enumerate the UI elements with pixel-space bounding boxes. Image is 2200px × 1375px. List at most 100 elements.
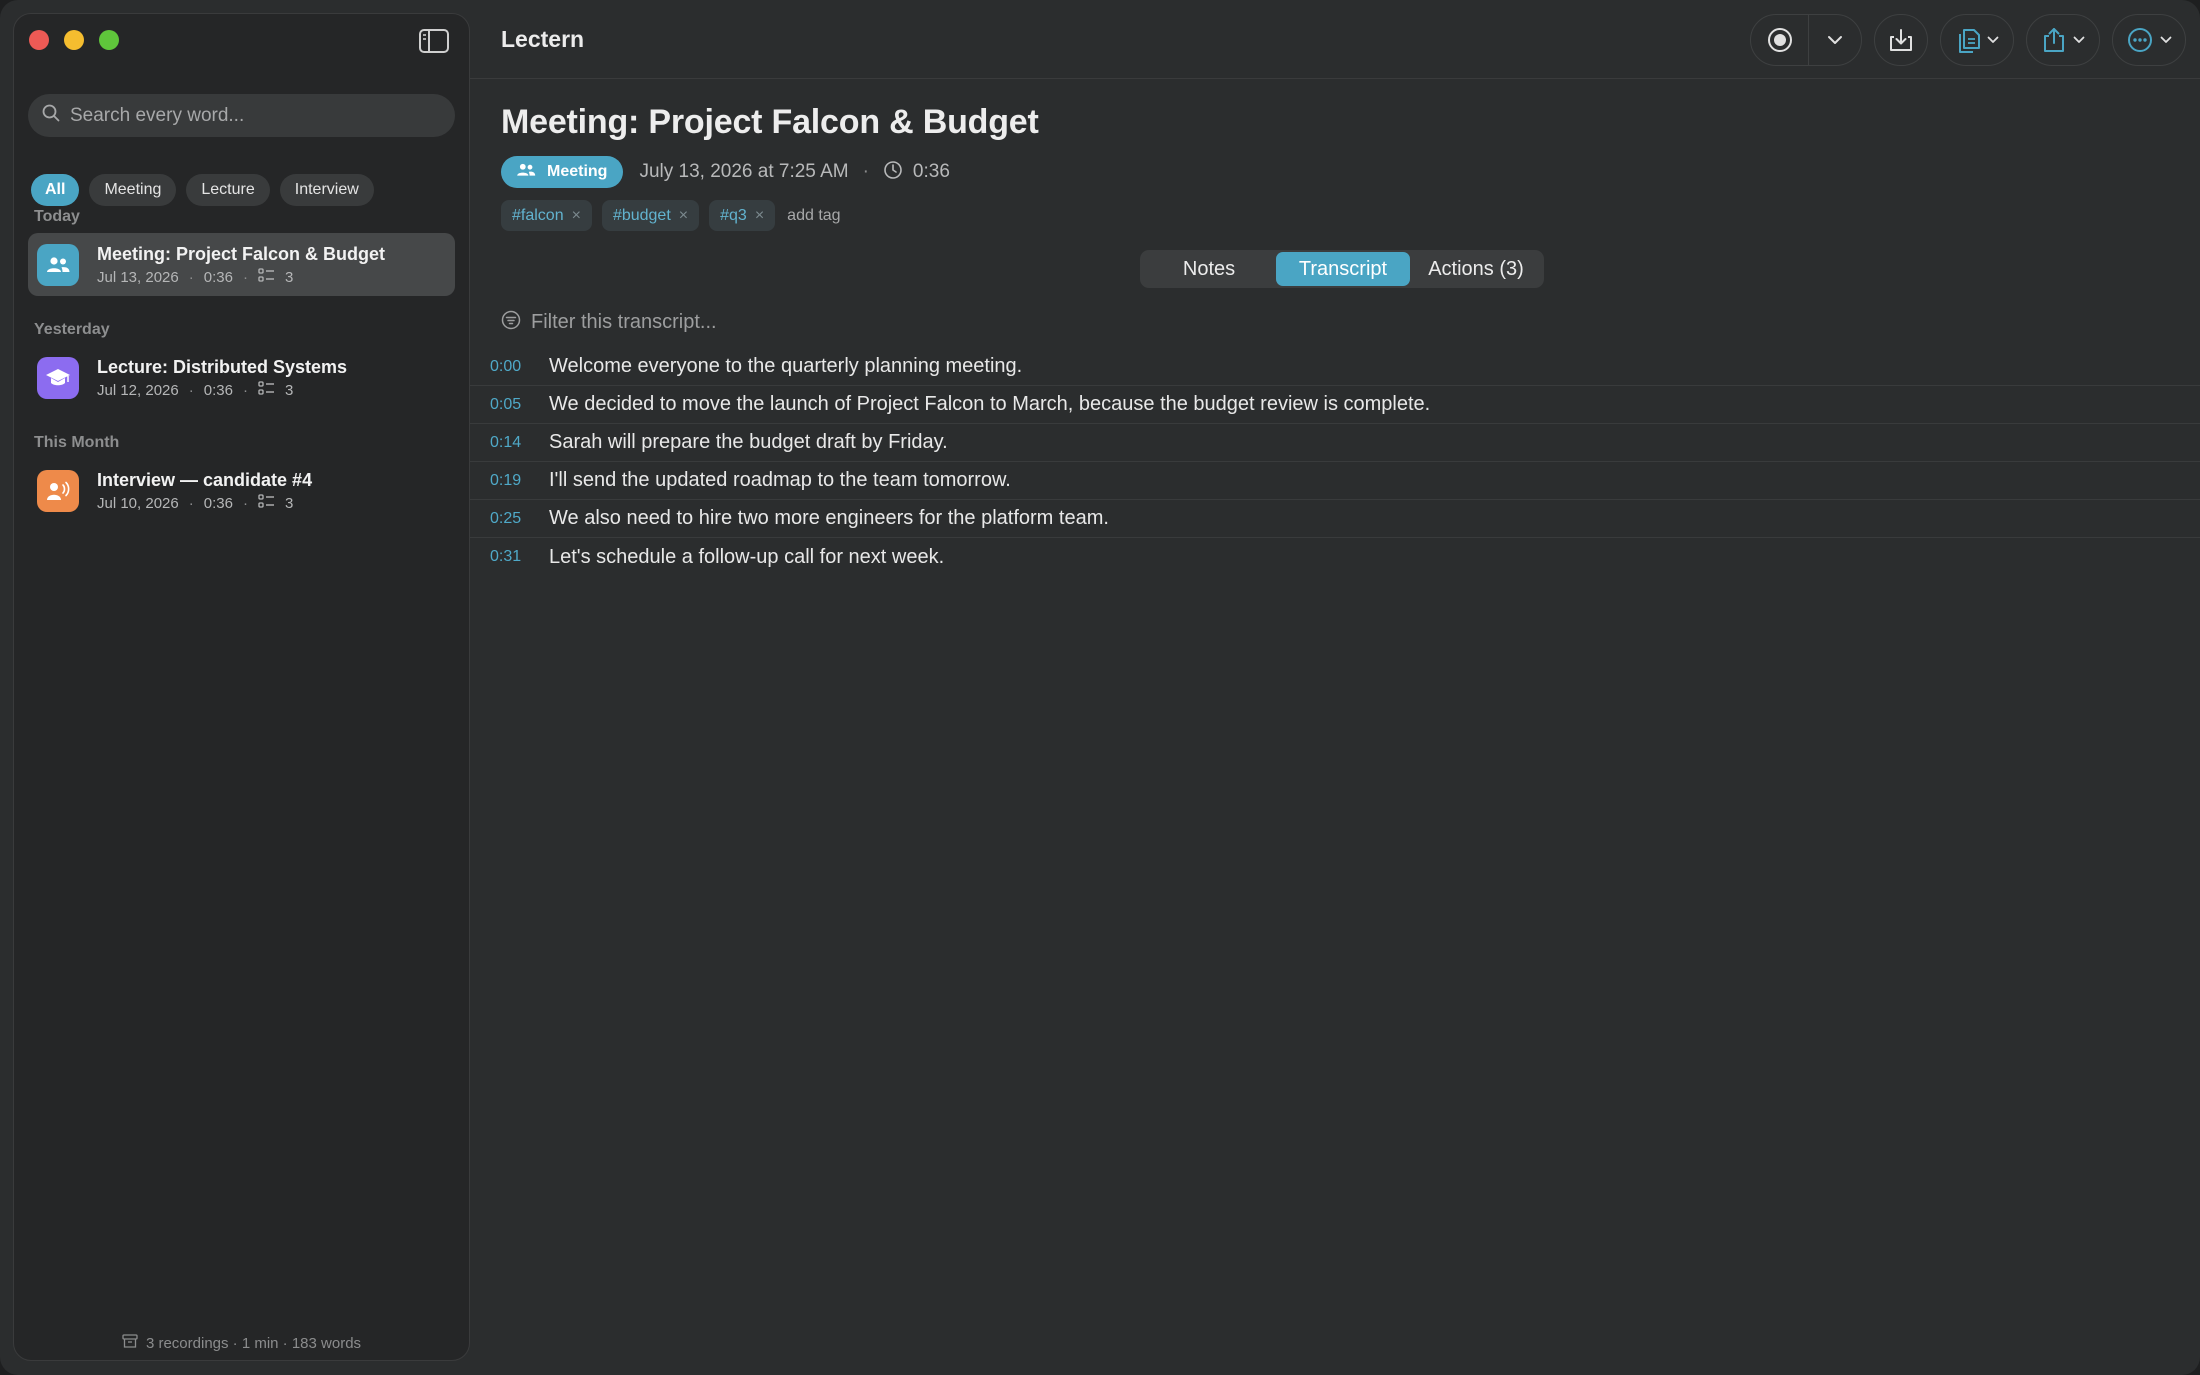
more-menu[interactable] bbox=[2112, 14, 2186, 66]
tag-list: #falcon × #budget × #q3 × add tag bbox=[501, 200, 841, 231]
recording-date: Jul 10, 2026 bbox=[97, 494, 179, 512]
app-title: Lectern bbox=[501, 26, 585, 52]
transcript-line: 0:05 We decided to move the launch of Pr… bbox=[470, 386, 2200, 424]
type-badge[interactable]: Meeting bbox=[501, 156, 624, 188]
close-window-button[interactable] bbox=[29, 30, 49, 50]
toolbar-divider bbox=[470, 78, 2200, 79]
filter-all[interactable]: All bbox=[31, 174, 80, 206]
recording-duration: 0:36 bbox=[203, 268, 233, 286]
sidebar: All Meeting Lecture Interview Today Meet… bbox=[13, 13, 470, 1361]
recording-title: Lecture: Distributed Systems bbox=[97, 356, 348, 377]
transcript-filter-input[interactable] bbox=[531, 311, 1031, 334]
tab-transcript[interactable]: Transcript bbox=[1276, 252, 1410, 286]
type-badge-label: Meeting bbox=[547, 163, 608, 180]
copy-menu[interactable] bbox=[1940, 14, 2014, 66]
tab-notes[interactable]: Notes bbox=[1142, 252, 1276, 286]
recording-title: Meeting: Project Falcon & Budget bbox=[97, 243, 386, 264]
filter-meeting[interactable]: Meeting bbox=[89, 174, 177, 206]
recording-duration: 0:36 bbox=[912, 161, 950, 182]
recording-item[interactable]: Interview — candidate #4 Jul 10, 2026 · … bbox=[28, 459, 455, 522]
zoom-window-button[interactable] bbox=[99, 30, 119, 50]
recording-date: Jul 12, 2026 bbox=[97, 381, 179, 399]
section-yesterday: Yesterday bbox=[34, 321, 110, 338]
graduation-cap-icon bbox=[37, 356, 79, 399]
toolbar bbox=[1750, 14, 2186, 66]
recording-item[interactable]: Meeting: Project Falcon & Budget Jul 13,… bbox=[28, 233, 455, 296]
meeting-icon bbox=[37, 243, 79, 286]
recording-datetime: July 13, 2026 at 7:25 AM bbox=[639, 161, 849, 182]
action-count: 3 bbox=[284, 381, 294, 399]
timestamp-link[interactable]: 0:05 bbox=[470, 396, 549, 414]
app-window: All Meeting Lecture Interview Today Meet… bbox=[0, 0, 2200, 1375]
section-this-month: This Month bbox=[34, 434, 120, 451]
add-tag-field[interactable]: add tag bbox=[787, 207, 840, 225]
transcript-list: 0:00 Welcome everyone to the quarterly p… bbox=[470, 348, 2200, 576]
meta-separator: · bbox=[188, 381, 194, 399]
type-filters: All Meeting Lecture Interview bbox=[31, 174, 374, 206]
tab-actions[interactable]: Actions (3) bbox=[1410, 252, 1542, 286]
meta-separator: · bbox=[188, 268, 194, 286]
search-input[interactable] bbox=[70, 104, 430, 127]
timestamp-link[interactable]: 0:31 bbox=[470, 548, 549, 566]
record-control bbox=[1750, 14, 1862, 66]
share-icon[interactable] bbox=[2027, 14, 2099, 66]
checklist-icon bbox=[258, 267, 275, 287]
search-box bbox=[28, 94, 455, 137]
transcript-text: Sarah will prepare the budget draft by F… bbox=[549, 431, 948, 453]
speaker-person-icon bbox=[37, 469, 79, 512]
recording-title: Interview — candidate #4 bbox=[97, 469, 313, 490]
transcript-text: We also need to hire two more engineers … bbox=[549, 507, 1109, 529]
meta-separator: · bbox=[242, 268, 248, 286]
transcript-line: 0:31 Let's schedule a follow-up call for… bbox=[470, 538, 2200, 576]
recording-item[interactable]: Lecture: Distributed Systems Jul 12, 202… bbox=[28, 346, 455, 409]
filter-interview[interactable]: Interview bbox=[279, 174, 374, 206]
tag-label: #q3 bbox=[720, 206, 747, 224]
transcript-text: Let's schedule a follow-up call for next… bbox=[549, 545, 945, 568]
remove-tag-icon[interactable]: × bbox=[755, 207, 764, 225]
meta-separator: · bbox=[242, 381, 248, 399]
transcript-line: 0:00 Welcome everyone to the quarterly p… bbox=[470, 348, 2200, 386]
chevron-down-icon[interactable] bbox=[1809, 14, 1861, 66]
sidebar-toggle-icon[interactable] bbox=[418, 28, 450, 54]
copy-icon[interactable] bbox=[1941, 14, 2013, 66]
tag-falcon[interactable]: #falcon × bbox=[501, 200, 592, 231]
window-controls bbox=[29, 30, 119, 50]
recording-date: Jul 13, 2026 bbox=[97, 268, 179, 286]
minimize-window-button[interactable] bbox=[64, 30, 84, 50]
remove-tag-icon[interactable]: × bbox=[572, 207, 581, 225]
share-menu[interactable] bbox=[2026, 14, 2100, 66]
transcript-text: We decided to move the launch of Project… bbox=[549, 393, 1431, 415]
recording-duration: 0:36 bbox=[203, 381, 233, 399]
library-summary-text: 3 recordings · 1 min · 183 words bbox=[145, 1334, 362, 1352]
meeting-icon bbox=[515, 162, 537, 183]
timestamp-link[interactable]: 0:14 bbox=[470, 434, 549, 452]
timestamp-link[interactable]: 0:00 bbox=[470, 358, 549, 376]
meta-separator: · bbox=[188, 494, 194, 512]
main-pane: Lectern Meeting: Project Falcon & Budget… bbox=[470, 0, 2200, 1375]
transcript-line: 0:19 I'll send the updated roadmap to th… bbox=[470, 462, 2200, 500]
remove-tag-icon[interactable]: × bbox=[679, 207, 688, 225]
tag-budget[interactable]: #budget × bbox=[601, 200, 700, 231]
library-summary: 3 recordings · 1 min · 183 words bbox=[14, 1334, 469, 1352]
import-button[interactable] bbox=[1874, 14, 1928, 66]
document-title[interactable]: Meeting: Project Falcon & Budget bbox=[501, 103, 1039, 142]
transcript-filter bbox=[501, 310, 1031, 335]
search-icon bbox=[42, 104, 60, 127]
timestamp-link[interactable]: 0:25 bbox=[470, 510, 549, 528]
more-icon[interactable] bbox=[2113, 14, 2185, 66]
recording-duration: 0:36 bbox=[203, 494, 233, 512]
filter-lecture[interactable]: Lecture bbox=[186, 174, 270, 206]
section-today: Today bbox=[34, 208, 80, 225]
meta-separator: · bbox=[862, 161, 869, 182]
tag-q3[interactable]: #q3 × bbox=[709, 200, 776, 231]
checklist-icon bbox=[258, 493, 275, 513]
timestamp-link[interactable]: 0:19 bbox=[470, 472, 549, 490]
checklist-icon bbox=[258, 380, 275, 400]
tag-label: #budget bbox=[612, 206, 671, 224]
clock-icon bbox=[883, 160, 903, 185]
import-icon[interactable] bbox=[1875, 14, 1927, 66]
record-icon[interactable] bbox=[1751, 14, 1808, 66]
meta-separator: · bbox=[242, 494, 248, 512]
transcript-text: Welcome everyone to the quarterly planni… bbox=[549, 355, 1023, 377]
document-meta: Meeting July 13, 2026 at 7:25 AM · 0:36 bbox=[501, 156, 950, 188]
